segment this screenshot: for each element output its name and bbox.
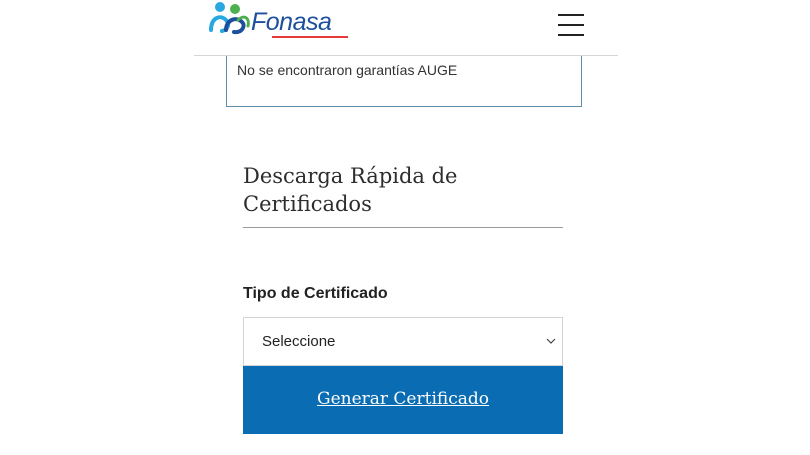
header: Fonasa <box>194 0 618 56</box>
quick-download-title: Descarga Rápida de Certificados <box>243 162 543 218</box>
generate-certificate-label: Generar Certificado <box>316 389 490 409</box>
certificate-type-select[interactable]: Seleccione <box>243 317 563 366</box>
logo-underline <box>272 36 348 38</box>
auge-message: No se encontraron garantías AUGE <box>237 62 458 78</box>
generate-certificate-button[interactable]: Generar Certificado <box>243 366 563 434</box>
quick-download-title-line2: Certificados <box>243 192 372 216</box>
logo-text: Fonasa <box>251 8 332 36</box>
certificate-type-select-value: Seleccione <box>262 333 336 350</box>
section-divider <box>243 227 563 228</box>
page: Fonasa No se encontraron garantías AUGE … <box>0 0 810 455</box>
chevron-down-icon <box>546 338 556 344</box>
fonasa-logo[interactable]: Fonasa <box>208 0 348 44</box>
hamburger-icon[interactable] <box>556 12 586 38</box>
fonasa-logo-icon <box>209 2 250 35</box>
quick-download-title-line1: Descarga Rápida de <box>243 164 458 188</box>
auge-results-box: No se encontraron garantías AUGE <box>226 56 582 107</box>
certificate-type-label: Tipo de Certificado <box>243 285 388 302</box>
